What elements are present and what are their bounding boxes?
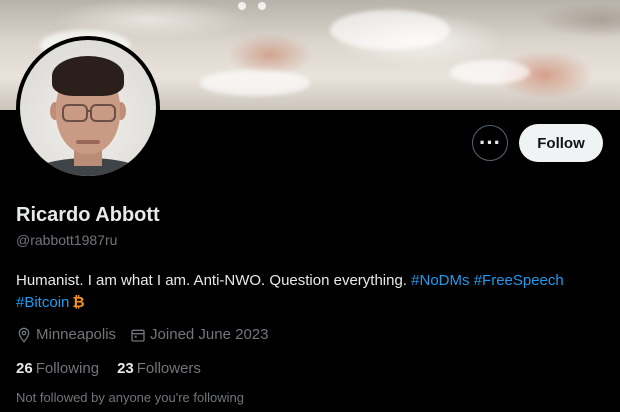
location-text: Minneapolis: [36, 326, 117, 343]
hashtag-link[interactable]: #Bitcoin: [16, 294, 69, 311]
profile-meta: Minneapolis Joined June 2023: [16, 326, 282, 343]
following-label: Following: [35, 360, 100, 377]
bitcoin-icon: ₿: [72, 294, 85, 311]
hashtag-link[interactable]: #NoDMs: [411, 272, 469, 289]
followers-label: Followers: [136, 360, 201, 377]
following-link[interactable]: 26 Following: [16, 360, 99, 377]
avatar-glasses: [62, 104, 88, 122]
banner-dot: [258, 2, 266, 10]
profile-joined: Joined June 2023: [130, 326, 268, 343]
follow-button[interactable]: Follow: [519, 124, 603, 162]
followed-by-text: Not followed by anyone you're following: [16, 390, 244, 405]
bio-text: Humanist. I am what I am. Anti-NWO. Ques…: [16, 272, 407, 289]
avatar-glasses-bridge: [86, 110, 92, 112]
joined-text: Joined June 2023: [150, 326, 269, 343]
more-options-icon: ···: [479, 130, 501, 155]
followers-link[interactable]: 23 Followers: [117, 360, 201, 377]
avatar-hair: [52, 56, 124, 96]
followers-count: 23: [117, 360, 134, 377]
avatar-photo: [20, 40, 156, 176]
profile-handle: @rabbott1987ru: [16, 232, 118, 248]
profile-name: Ricardo Abbott: [16, 204, 160, 226]
calendar-icon: [131, 329, 145, 342]
banner-foam: [330, 10, 450, 50]
avatar-glasses: [90, 104, 116, 122]
more-options-button[interactable]: ···: [472, 125, 508, 161]
profile-location: Minneapolis: [16, 326, 116, 343]
following-count: 26: [16, 360, 33, 377]
banner-foam: [200, 70, 310, 96]
location-pin-icon: [18, 327, 30, 343]
banner-dot: [238, 2, 246, 10]
follow-counts: 26 Following 23 Followers: [16, 360, 219, 377]
hashtag-link[interactable]: #FreeSpeech: [474, 272, 564, 289]
profile-avatar[interactable]: [16, 36, 160, 180]
avatar-mouth: [76, 140, 100, 144]
banner-foam: [450, 60, 530, 84]
profile-bio: Humanist. I am what I am. Anti-NWO. Ques…: [16, 270, 606, 314]
